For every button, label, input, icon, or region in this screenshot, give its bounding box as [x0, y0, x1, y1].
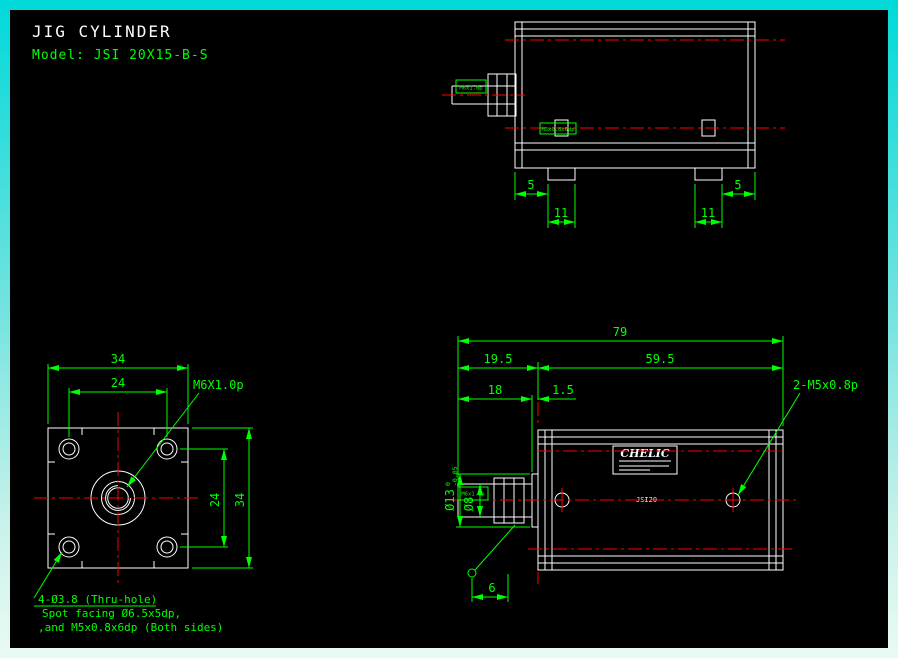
front-view: 34 24 24 34 M6X1.0p: [34, 352, 253, 634]
bore-dia-label: Ø13: [443, 489, 457, 511]
side-view-centerlines: [450, 402, 798, 584]
dim-1-5: 1.5: [552, 383, 574, 397]
model-label: Model: JSI 20X15-B-S: [32, 48, 209, 63]
note-thru-hole: 4-Ø3.8 (Thru-hole): [38, 593, 157, 606]
top-rod-thread-label: M6x1.0p: [459, 86, 482, 92]
side-view-nameplate: CHELIC: [613, 446, 677, 474]
note-spot-facing: Spot facing Ø6.5x5dp,: [42, 607, 181, 620]
front-view-centerlines: [34, 412, 202, 584]
front-view-thread-callout: M6X1.0p: [127, 378, 244, 487]
dim-34-right: 34: [233, 493, 247, 507]
dim-34-top: 34: [111, 352, 125, 366]
cad-drawing: JIG CYLINDER Model: JSI 20X15-B-S: [10, 10, 888, 648]
top-view-centerlines: [442, 40, 785, 128]
dim-19-5: 19.5: [484, 352, 513, 366]
dim-5-right: 5: [734, 178, 741, 192]
dim-11-right: 11: [701, 206, 715, 220]
side-rod-thread-label: M6x1.0p: [461, 492, 484, 498]
dim-79: 79: [613, 325, 627, 339]
brand-logo-text: CHELIC: [620, 447, 669, 460]
side-view-bottom-dimension: 6: [468, 525, 515, 602]
side-view: CHELIC JSI20 M6x1.0p: [443, 325, 858, 602]
front-view-notes: 4-Ø3.8 (Thru-hole) Spot facing Ø6.5x5dp,…: [34, 552, 223, 634]
dim-24-right: 24: [208, 493, 222, 507]
top-view: M6x1.0p M5x0.8x6dp 5: [442, 22, 785, 228]
dim-11-left: 11: [554, 206, 568, 220]
dim-6: 6: [488, 581, 495, 595]
title-block: JIG CYLINDER Model: JSI 20X15-B-S: [32, 22, 209, 63]
dim-18: 18: [488, 383, 502, 397]
dim-24-top: 24: [111, 376, 125, 390]
top-mount-hole-label: M5x0.8x6dp: [541, 127, 574, 133]
dim-5-left: 5: [527, 178, 534, 192]
desktop-background: JIG CYLINDER Model: JSI 20X15-B-S: [0, 0, 898, 658]
drawing-title: JIG CYLINDER: [32, 22, 172, 41]
cad-viewport[interactable]: JIG CYLINDER Model: JSI 20X15-B-S: [10, 10, 888, 648]
top-view-rod-thread-tag: M6x1.0p: [456, 80, 486, 93]
center-thread-label: M6X1.0p: [193, 378, 244, 392]
port-label: 2-M5x0.8p: [793, 378, 858, 392]
note-thread-both-sides: ,and M5x0.8x6dp (Both sides): [38, 621, 223, 634]
dim-59-5: 59.5: [646, 352, 675, 366]
bore-tol-lower: -0.05: [451, 466, 459, 486]
top-view-mount-hole-tag: M5x0.8x6dp: [540, 123, 576, 134]
rod-dia-label: Ø8: [462, 497, 476, 511]
side-view-bore-dimension: Ø13 0 -0.05: [443, 466, 530, 527]
top-view-body-outline: [515, 22, 755, 180]
